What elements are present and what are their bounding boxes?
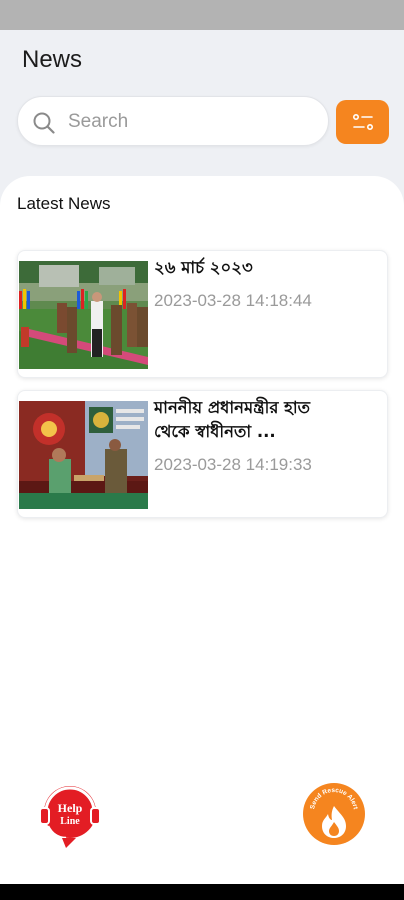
news-title-line: মাননীয় প্রধানমন্ত্রীর হাত	[154, 398, 311, 417]
section-title: Latest News	[17, 194, 111, 213]
news-thumbnail	[19, 401, 148, 509]
news-title: ২৬ মার্চ ২০২৩	[154, 258, 253, 277]
news-title-line: থেকে স্বাধীনতা ...	[154, 422, 276, 441]
news-card[interactable]: মাননীয় প্রধানমন্ত্রীর হাত থেকে স্বাধীনত…	[17, 390, 388, 518]
help-line-text-1: Help	[58, 801, 83, 815]
search-icon	[33, 112, 55, 134]
search-bar[interactable]	[17, 96, 329, 146]
help-line-icon: Help Line	[39, 786, 101, 848]
filter-button[interactable]	[336, 100, 389, 144]
page-title: News	[22, 46, 83, 73]
fire-icon: Send Rescue Alert	[303, 783, 365, 845]
news-thumbnail	[19, 261, 148, 369]
news-date: 2023-03-28 14:19:33	[154, 455, 312, 474]
help-line-button[interactable]: Help Line	[36, 782, 101, 848]
news-card[interactable]: ২৬ মার্চ ২০২৩ 2023-03-28 14:18:44	[17, 250, 388, 378]
navigation-bar	[0, 884, 404, 900]
rescue-alert-button[interactable]: Send Rescue Alert	[302, 782, 366, 846]
sliders-icon	[352, 113, 373, 131]
status-bar	[0, 0, 404, 30]
help-line-text-2: Line	[60, 816, 80, 827]
news-date: 2023-03-28 14:18:44	[154, 291, 312, 310]
news-title: মাননীয় প্রধানমন্ত্রীর হাত থেকে স্বাধীনত…	[154, 396, 384, 444]
search-input[interactable]	[68, 107, 318, 137]
